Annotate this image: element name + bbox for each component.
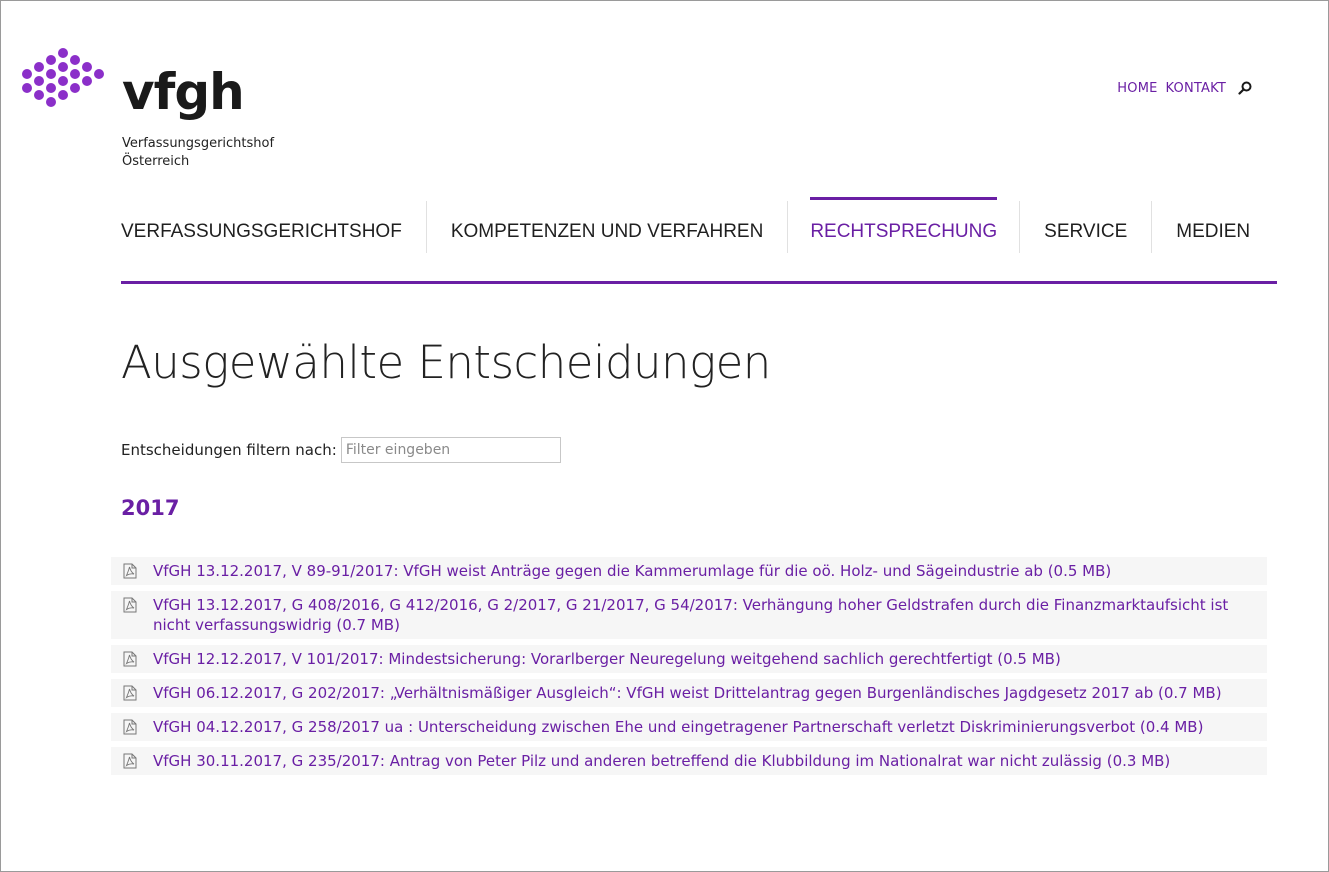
decision-item[interactable]: VfGH 04.12.2017, G 258/2017 ua : Untersc… <box>111 713 1267 741</box>
nav-divider <box>787 201 789 253</box>
filter-row: Entscheidungen filtern nach: <box>121 437 561 463</box>
pdf-icon <box>123 651 137 667</box>
decision-link[interactable]: VfGH 12.12.2017, V 101/2017: Mindestsich… <box>153 650 1061 668</box>
brand-subtitle-line2: Österreich <box>122 154 190 169</box>
brand-subtitle-line1: Verfassungsgerichtshof <box>122 136 275 151</box>
decision-link[interactable]: VfGH 04.12.2017, G 258/2017 ua : Untersc… <box>153 718 1203 736</box>
pdf-icon <box>123 685 137 701</box>
vfgh-logo-icon[interactable] <box>21 47 105 111</box>
filter-label: Entscheidungen filtern nach: <box>121 441 337 459</box>
nav-item-service[interactable]: SERVICE <box>1020 197 1151 261</box>
nav-item-medien[interactable]: MEDIEN <box>1152 197 1250 261</box>
nav-item-kompetenzen-und-verfahren[interactable]: KOMPETENZEN UND VERFAHREN <box>427 197 787 261</box>
search-icon[interactable] <box>1236 79 1254 97</box>
nav-item-verfassungsgerichtshof[interactable]: VERFASSUNGSGERICHTSHOF <box>121 197 426 261</box>
main-nav: VERFASSUNGSGERICHTSHOF KOMPETENZEN UND V… <box>121 197 1277 284</box>
year-heading: 2017 <box>121 496 180 520</box>
nav-underline <box>121 281 1277 284</box>
pdf-icon <box>123 719 137 735</box>
decision-link[interactable]: VfGH 06.12.2017, G 202/2017: „Verhältnis… <box>153 684 1222 702</box>
pdf-icon <box>123 753 137 769</box>
brand-name[interactable]: vfgh <box>122 65 245 119</box>
decision-item[interactable]: VfGH 13.12.2017, G 408/2016, G 412/2016,… <box>111 591 1267 639</box>
decision-item[interactable]: VfGH 12.12.2017, V 101/2017: Mindestsich… <box>111 645 1267 673</box>
page: vfgh Verfassungsgerichtshof Österreich H… <box>0 0 1329 872</box>
page-title: Ausgewählte Entscheidungen <box>121 336 771 389</box>
decision-item[interactable]: VfGH 13.12.2017, V 89-91/2017: VfGH weis… <box>111 557 1267 585</box>
home-link[interactable]: HOME <box>1117 81 1157 96</box>
brand-subtitle: Verfassungsgerichtshof Österreich <box>122 135 274 171</box>
pdf-icon <box>123 597 137 613</box>
top-links: HOME KONTAKT <box>1117 79 1254 97</box>
decision-item[interactable]: VfGH 06.12.2017, G 202/2017: „Verhältnis… <box>111 679 1267 707</box>
decision-link[interactable]: VfGH 13.12.2017, G 408/2016, G 412/2016,… <box>153 596 1228 634</box>
decision-link[interactable]: VfGH 13.12.2017, V 89-91/2017: VfGH weis… <box>153 562 1111 580</box>
filter-input[interactable] <box>340 437 561 463</box>
nav-item-rechtsprechung[interactable]: RECHTSPRECHUNG <box>810 197 997 261</box>
pdf-icon <box>123 563 137 579</box>
decision-item[interactable]: VfGH 30.11.2017, G 235/2017: Antrag von … <box>111 747 1267 775</box>
decision-link[interactable]: VfGH 30.11.2017, G 235/2017: Antrag von … <box>153 752 1170 770</box>
nav-items: VERFASSUNGSGERICHTSHOF KOMPETENZEN UND V… <box>121 197 1277 261</box>
contact-link[interactable]: KONTAKT <box>1166 81 1226 96</box>
decision-list: VfGH 13.12.2017, V 89-91/2017: VfGH weis… <box>111 557 1267 781</box>
